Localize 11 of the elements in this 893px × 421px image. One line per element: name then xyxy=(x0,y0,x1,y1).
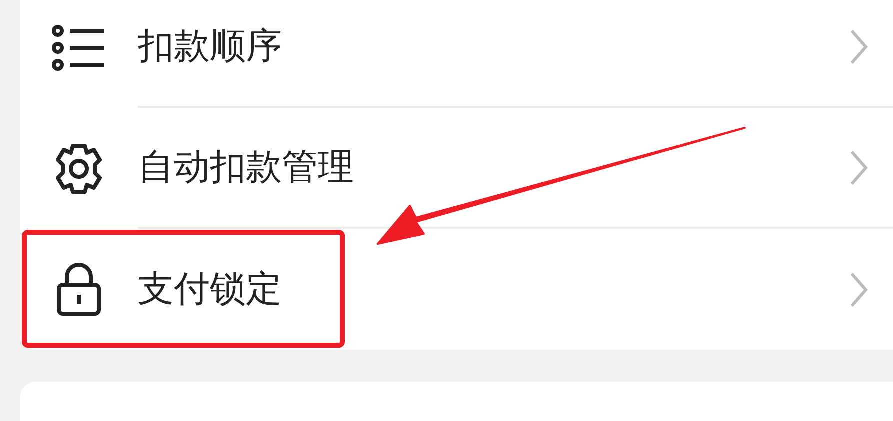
chevron-right-icon xyxy=(849,28,869,66)
chevron-right-icon xyxy=(849,148,869,186)
gear-icon xyxy=(53,142,105,194)
menu-item[interactable]: 扣款顺序 xyxy=(20,0,893,108)
menu-item[interactable]: 支付锁定 xyxy=(20,229,893,350)
menu-item-label: 扣款顺序 xyxy=(138,25,283,69)
menu-item-label: 自动扣款管理 xyxy=(138,146,355,190)
chevron-right-icon xyxy=(849,270,869,308)
list-icon xyxy=(52,24,106,70)
lock-icon xyxy=(56,262,102,316)
menu-item-label: 支付锁定 xyxy=(138,268,283,312)
